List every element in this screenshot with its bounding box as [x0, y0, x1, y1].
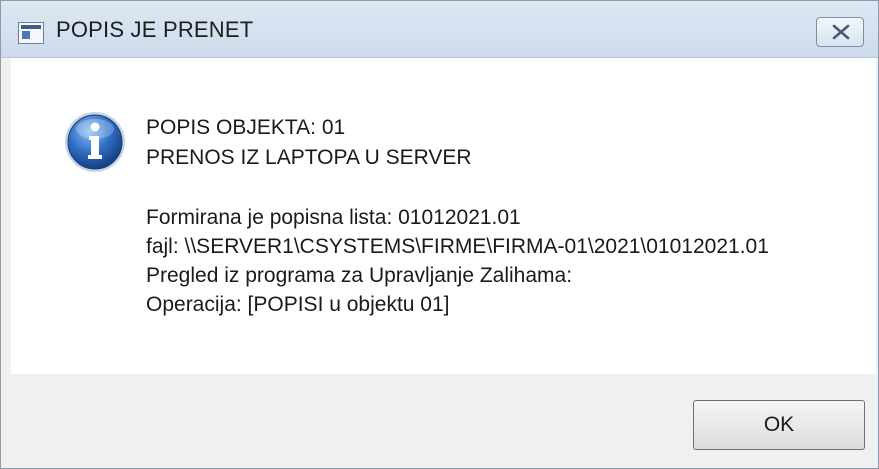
message-line-6: Operacija: [POPISI u objektu 01]	[146, 293, 450, 316]
dialog-body: POPIS OBJEKTA: 01 PRENOS IZ LAPTOPA U SE…	[11, 58, 876, 468]
message-line-2: PRENOS IZ LAPTOPA U SERVER	[146, 146, 472, 169]
ok-button[interactable]: OK	[693, 400, 865, 450]
message-line-3: Formirana je popisna lista: 01012021.01	[146, 206, 521, 229]
message-line-4: fajl: \\SERVER1\CSYSTEMS\FIRME\FIRMA-01\…	[146, 235, 769, 258]
information-icon	[65, 112, 125, 172]
button-bar: OK	[11, 374, 876, 468]
window-title: POPIS JE PRENET	[56, 17, 254, 42]
message-line-5: Pregled iz programa za Upravljanje Zalih…	[146, 264, 573, 287]
message-line-1: POPIS OBJEKTA: 01	[146, 116, 346, 139]
close-icon	[832, 24, 850, 40]
message-area: POPIS OBJEKTA: 01 PRENOS IZ LAPTOPA U SE…	[11, 58, 876, 374]
message-dialog: POPIS JE PRENET POPIS OBJEKTA: 01 PRENOS…	[0, 0, 879, 469]
title-bar[interactable]: POPIS JE PRENET	[1, 1, 878, 58]
application-window-icon	[18, 22, 44, 44]
close-button[interactable]	[816, 17, 864, 47]
